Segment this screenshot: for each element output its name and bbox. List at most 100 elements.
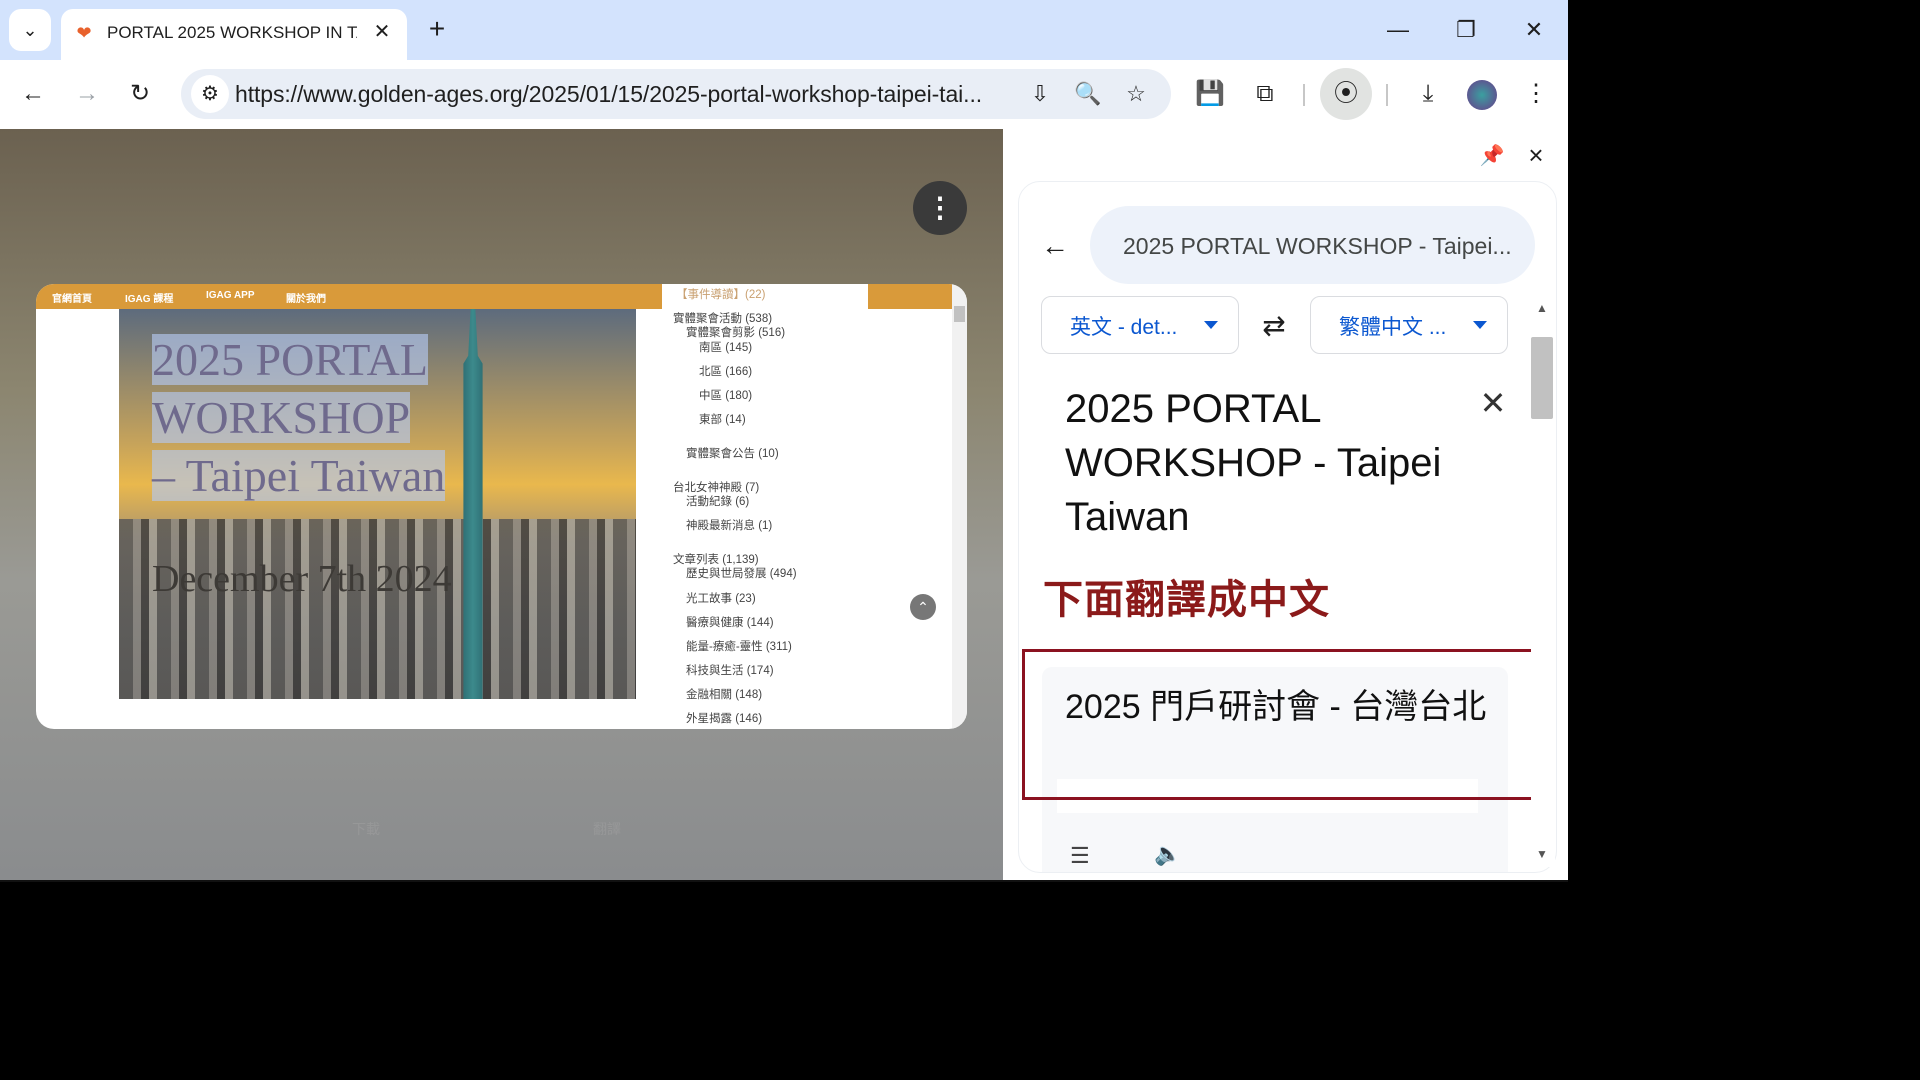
scroll-to-top-button[interactable]: ⌃ — [910, 594, 936, 620]
hero-image: 2025 PORTAL WORKSHOP – Taipei Taiwan Dec… — [119, 309, 636, 699]
site-settings-icon[interactable]: ⚙ — [191, 75, 229, 113]
close-icon: ✕ — [1479, 385, 1507, 421]
category-item[interactable]: 醫療與健康 (144) — [686, 614, 774, 630]
category-item[interactable]: 實體聚會剪影 (516) — [686, 324, 785, 340]
restore-button[interactable]: ❐ — [1446, 10, 1486, 50]
category-item[interactable]: 北區 (166) — [699, 363, 752, 379]
category-item[interactable]: 金融相關 (148) — [686, 686, 762, 702]
lens-search-box[interactable]: 2025 PORTAL WORKSHOP - Taipei... — [1090, 206, 1535, 284]
back-button[interactable]: ← — [1035, 226, 1075, 266]
source-text[interactable]: 2025 PORTAL WORKSHOP - Taipei Taiwan — [1065, 382, 1485, 544]
city-skyline — [119, 519, 636, 699]
google-lens-button[interactable]: ⦿ — [1320, 68, 1372, 120]
chevron-up-icon: ⌃ — [917, 599, 929, 615]
kebab-menu-icon: ⋮ — [1524, 80, 1548, 107]
arrow-left-icon: ← — [1041, 230, 1069, 261]
pin-panel-button[interactable]: 📌 — [1475, 139, 1509, 173]
nav-link-courses[interactable]: IGAG 課程 — [125, 290, 173, 305]
download-icon: ⤓ — [1422, 80, 1434, 107]
annotation-highlight-box — [1022, 649, 1534, 800]
plus-icon: + — [428, 13, 446, 44]
panel-scrollbar[interactable]: ▲ ▼ — [1531, 297, 1555, 867]
category-item[interactable]: 南區 (145) — [699, 339, 752, 355]
forward-button[interactable]: → — [65, 72, 109, 116]
downloads-button[interactable]: ⤓ — [1406, 72, 1450, 116]
tab-close-button[interactable]: ✕ — [369, 19, 395, 45]
hero-title-line-3[interactable]: – Taipei Taiwan — [152, 449, 446, 502]
nav-link-app[interactable]: IGAG APP — [206, 290, 255, 301]
category-item[interactable]: 光工故事 (23) — [686, 590, 756, 606]
close-window-button[interactable]: ✕ — [1514, 10, 1554, 50]
lens-screenshot-region[interactable]: 官網首頁 IGAG 課程 IGAG APP 關於我們 2025 PORTAL W… — [36, 284, 967, 729]
source-language-label: 英文 - det... — [1070, 316, 1178, 339]
category-item[interactable]: 神殿最新消息 (1) — [686, 517, 772, 533]
scroll-up-arrow-icon[interactable]: ▲ — [1535, 301, 1549, 315]
page-scrollbar[interactable] — [952, 284, 967, 729]
swap-languages-button[interactable]: ⇄ — [1254, 306, 1294, 346]
annotation-label: 下面翻譯成中文 — [1043, 578, 1330, 622]
close-icon: × — [1528, 140, 1544, 170]
caret-down-icon — [1204, 321, 1218, 329]
ghost-translate-label: 翻譯 — [593, 821, 621, 837]
restore-icon: ❐ — [1456, 17, 1476, 42]
close-icon: ✕ — [1524, 17, 1544, 42]
panel-scrollbar-thumb[interactable] — [1531, 337, 1553, 419]
back-button[interactable]: ← — [11, 72, 55, 116]
category-item[interactable]: 歷史與世局發展 (494) — [686, 565, 797, 581]
reload-icon: ↻ — [129, 80, 151, 107]
save-extension-icon[interactable]: 💾 — [1188, 72, 1232, 116]
caret-down-icon — [1473, 321, 1487, 329]
copy-icon[interactable]: ☰ — [1070, 843, 1090, 869]
reload-button[interactable]: ↻ — [118, 72, 162, 116]
clear-source-button[interactable]: ✕ — [1475, 385, 1511, 421]
nav-link-home[interactable]: 官網首頁 — [52, 290, 92, 305]
scroll-down-arrow-icon[interactable]: ▼ — [1535, 847, 1549, 861]
target-language-label: 繁體中文 ... — [1339, 316, 1447, 339]
category-item[interactable]: 東部 (14) — [699, 411, 746, 427]
ghost-download-label: 下載 — [352, 821, 380, 837]
tab-search-button[interactable]: ⌄ — [9, 9, 51, 51]
site-nav-bar: 官網首頁 IGAG 課程 IGAG APP 關於我們 — [36, 284, 636, 309]
arrow-left-icon: ← — [21, 80, 45, 107]
chrome-menu-button[interactable]: ⋮ — [1514, 72, 1558, 116]
browser-toolbar: ← → ↻ ⚙ https://www.golden-ages.org/2025… — [0, 60, 1568, 129]
lens-more-options-button[interactable]: ⋮ — [913, 181, 967, 235]
category-item[interactable]: 能量-療癒-靈性 (311) — [686, 638, 792, 654]
close-panel-button[interactable]: × — [1518, 137, 1554, 173]
scrollbar-thumb[interactable] — [954, 306, 965, 322]
search-query[interactable]: 2025 PORTAL WORKSHOP - Taipei... — [1123, 233, 1512, 260]
active-tab[interactable]: ❤ PORTAL 2025 WORKSHOP IN TA ✕ — [61, 9, 407, 60]
speaker-icon[interactable]: 🔈 — [1154, 841, 1181, 867]
window-bottom-edge — [0, 880, 1568, 882]
category-item[interactable]: 外星揭露 (146) — [686, 710, 762, 726]
url-text[interactable]: https://www.golden-ages.org/2025/01/15/2… — [235, 81, 1005, 108]
category-item[interactable]: 中區 (180) — [699, 387, 752, 403]
minimize-button[interactable]: — — [1378, 10, 1418, 50]
hero-date: December 7th 2024 — [152, 558, 452, 600]
profile-avatar[interactable] — [1460, 72, 1504, 116]
target-language-select[interactable]: 繁體中文 ... — [1310, 296, 1508, 354]
minimize-icon: — — [1387, 17, 1409, 42]
swap-icon: ⇄ — [1262, 310, 1286, 341]
pin-icon: 📌 — [1479, 145, 1505, 167]
address-bar[interactable]: ⚙ https://www.golden-ages.org/2025/01/15… — [181, 69, 1171, 119]
zoom-icon[interactable]: 🔍 — [1067, 73, 1109, 115]
page-viewport: ⋮ 官網首頁 IGAG 課程 IGAG APP 關於我們 2025 PORTAL… — [0, 129, 1003, 880]
install-app-icon[interactable]: ⇩ — [1019, 73, 1061, 115]
bookmark-star-icon[interactable]: ☆ — [1115, 73, 1157, 115]
hero-title-line-2[interactable]: WORKSHOP — [152, 391, 411, 444]
tab-strip: ⌄ ❤ PORTAL 2025 WORKSHOP IN TA ✕ + — ❐ ✕ — [0, 0, 1568, 60]
nav-link-about[interactable]: 關於我們 — [286, 290, 326, 305]
category-item[interactable]: 實體聚會公告 (10) — [686, 445, 779, 461]
toolbar-separator — [1303, 84, 1305, 106]
tab-title: PORTAL 2025 WORKSHOP IN TA — [107, 23, 357, 42]
source-language-select[interactable]: 英文 - det... — [1041, 296, 1239, 354]
hero-title-line-1[interactable]: 2025 PORTAL — [152, 333, 428, 386]
toolbar-separator — [1386, 84, 1388, 106]
site-favicon-icon: ❤ — [76, 23, 92, 43]
category-item[interactable]: 科技與生活 (174) — [686, 662, 774, 678]
extensions-puzzle-icon[interactable]: ⧉ — [1243, 72, 1287, 116]
category-item[interactable]: 活動紀錄 (6) — [686, 493, 749, 509]
category-item[interactable]: 【事件導讀】(22) — [676, 286, 765, 302]
new-tab-button[interactable]: + — [420, 12, 454, 46]
